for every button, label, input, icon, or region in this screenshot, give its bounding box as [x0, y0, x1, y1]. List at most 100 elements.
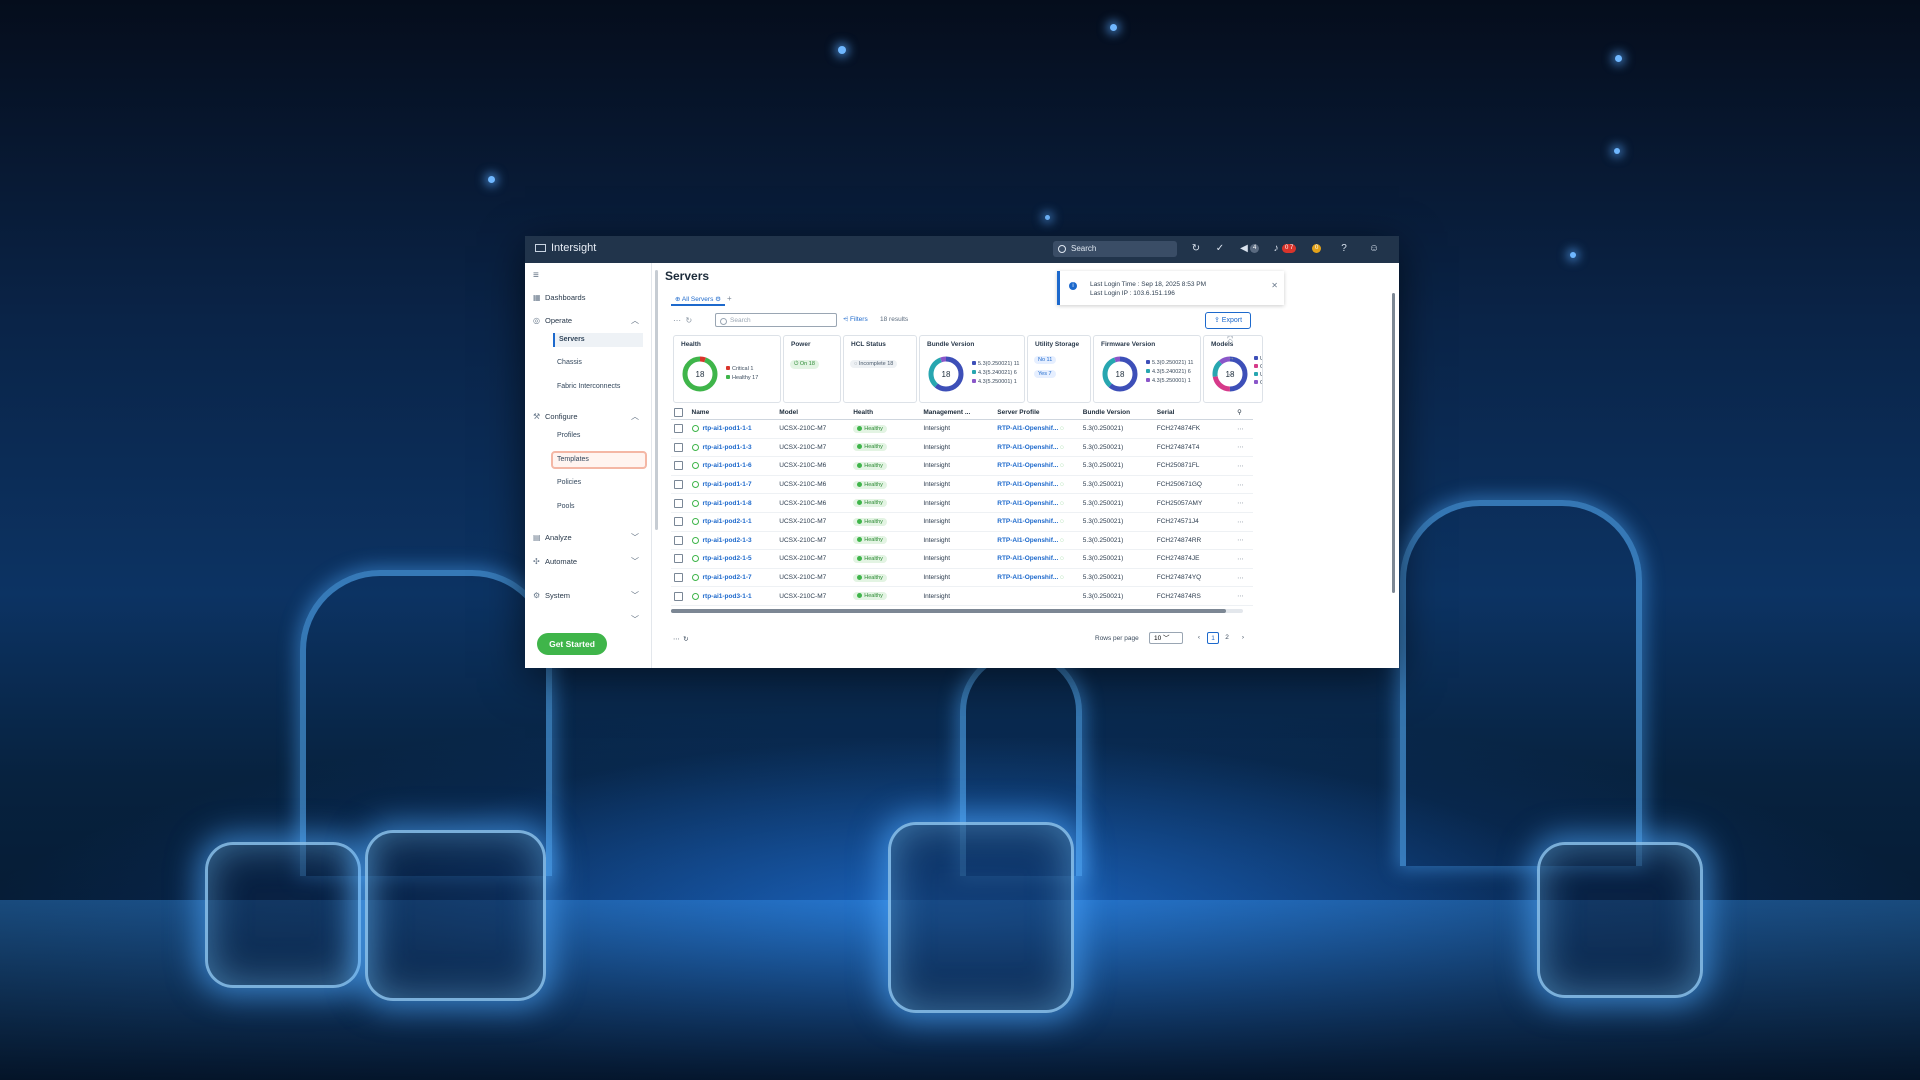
rows-per-page-select[interactable]: 10 ﹀ [1149, 632, 1183, 644]
row-actions-icon[interactable]: ⋯ [1234, 549, 1253, 569]
hamburger-menu-icon[interactable]: ≡ [533, 269, 643, 283]
server-profile-link[interactable]: RTP-AI1-Openshif... ◌ [994, 512, 1080, 532]
export-button[interactable]: ⇪ Export [1205, 312, 1251, 329]
server-profile-link[interactable] [994, 586, 1080, 606]
row-checkbox[interactable] [674, 442, 683, 452]
column-header-bundle-version[interactable]: Bundle Version [1079, 405, 1154, 420]
row-checkbox[interactable] [674, 535, 683, 545]
server-profile-link[interactable]: RTP-AI1-Openshif... ◌ [994, 456, 1080, 476]
server-profile-link[interactable]: RTP-AI1-Openshif... ◌ [994, 549, 1080, 569]
column-header-serial[interactable]: Serial [1153, 405, 1235, 420]
critical-alarm-badge[interactable]: 0 7 [1282, 244, 1297, 253]
row-checkbox[interactable] [674, 498, 683, 508]
table-row[interactable]: rtp-ai1-pod2-1-7 UCSX-210C-M7 Healthy Inter… [671, 568, 1253, 588]
server-name-link[interactable]: rtp-ai1-pod2-1-3 [688, 531, 777, 551]
server-name-link[interactable]: rtp-ai1-pod2-1-1 [688, 512, 777, 532]
close-icon[interactable]: ✕ [1271, 281, 1278, 290]
row-checkbox[interactable] [674, 424, 683, 434]
column-settings-icon[interactable]: ⚲ [1234, 405, 1253, 420]
announcement-icon[interactable]: ◀ [1237, 242, 1251, 256]
next-page-button[interactable]: › [1237, 632, 1249, 644]
select-all-checkbox[interactable] [674, 407, 683, 417]
column-header-model[interactable]: Model [776, 405, 851, 420]
firmware-version-card[interactable]: Firmware Version 18 5.3(0.250021) 11 4.3… [1093, 335, 1201, 403]
row-checkbox[interactable] [674, 554, 683, 564]
page-1-button[interactable]: 1 [1207, 632, 1219, 644]
row-actions-icon[interactable]: ⋯ [1234, 438, 1253, 458]
chevron-up-icon[interactable]: ︿ [631, 410, 639, 424]
sidebar-item-analyze[interactable]: ▤ Analyze ﹀ [533, 531, 643, 545]
row-actions-icon[interactable]: ⋯ [1234, 475, 1253, 495]
utility-storage-card[interactable]: Utility Storage No 11 Yes 7 [1027, 335, 1091, 403]
chevron-up-icon[interactable]: ︿ [631, 314, 639, 328]
help-icon[interactable]: ? [1337, 242, 1351, 256]
user-icon[interactable]: ☺ [1367, 242, 1381, 256]
utility-no-pill[interactable]: No 11 [1034, 356, 1057, 364]
tab-all-servers[interactable]: ⊕ All Servers ⚙ [671, 294, 725, 306]
sidebar-item-configure[interactable]: ⚒ Configure ︿ [533, 410, 643, 424]
sidebar-item-servers[interactable]: Servers [553, 333, 643, 347]
sidebar-item-profiles[interactable]: Profiles [553, 429, 643, 443]
table-row[interactable]: rtp-ai1-pod2-1-1 UCSX-210C-M7 Healthy Inter… [671, 512, 1253, 532]
sidebar-item-fabric-interconnects[interactable]: Fabric Interconnects [553, 380, 643, 394]
row-actions-icon[interactable]: ⋯ [1234, 456, 1253, 476]
server-profile-link[interactable]: RTP-AI1-Openshif... ◌ [994, 493, 1080, 513]
row-checkbox[interactable] [674, 461, 683, 471]
vertical-scrollbar[interactable] [1392, 293, 1395, 593]
row-actions-icon[interactable]: ⋯ [1234, 419, 1253, 439]
row-actions-icon[interactable]: ⋯ [1234, 568, 1253, 588]
sidebar-item-automate[interactable]: ✣ Automate ﹀ [533, 555, 643, 569]
bundle-donut[interactable]: 18 [926, 354, 966, 394]
filters-button[interactable]: ⩤ Filters [843, 316, 868, 324]
server-profile-link[interactable]: RTP-AI1-Openshif... ◌ [994, 475, 1080, 495]
hcl-status-card[interactable]: HCL Status ◌ Incomplete 18 [843, 335, 917, 403]
hcl-incomplete-pill[interactable]: ◌ Incomplete 18 [850, 360, 898, 368]
brand[interactable]: Intersight [535, 242, 596, 254]
server-name-link[interactable]: rtp-ai1-pod1-1-1 [688, 419, 777, 439]
table-row[interactable]: rtp-ai1-pod1-1-3 UCSX-210C-M7 Healthy Inter… [671, 438, 1253, 458]
server-name-link[interactable]: rtp-ai1-pod1-1-6 [688, 456, 777, 476]
add-tab-button[interactable]: + [727, 294, 732, 303]
bell-icon[interactable]: ♪ [1269, 242, 1283, 256]
sidebar-scrollbar[interactable] [655, 270, 658, 530]
table-row[interactable]: rtp-ai1-pod1-1-6 UCSX-210C-M6 Healthy Inter… [671, 456, 1253, 476]
utility-yes-pill[interactable]: Yes 7 [1034, 370, 1056, 378]
row-actions-icon[interactable]: ⋯ [1234, 531, 1253, 551]
table-row[interactable]: rtp-ai1-pod1-1-7 UCSX-210C-M6 Healthy Inter… [671, 475, 1253, 495]
app-grid-icon[interactable] [535, 244, 546, 253]
column-header-name[interactable]: Name [688, 405, 777, 420]
sidebar-item-policies[interactable]: Policies [553, 476, 643, 490]
sidebar-item-templates[interactable]: Templates [551, 451, 647, 469]
table-row[interactable]: rtp-ai1-pod3-1-1 UCSX-210C-M7 Healthy Inter… [671, 586, 1253, 606]
server-profile-link[interactable]: RTP-AI1-Openshif... ◌ [994, 568, 1080, 588]
sidebar-item-operate[interactable]: ◎ Operate ︿ [533, 314, 643, 328]
server-profile-link[interactable]: RTP-AI1-Openshif... ◌ [994, 531, 1080, 551]
power-card[interactable]: Power ⏻ On 18 [783, 335, 841, 403]
scrollbar-thumb[interactable] [671, 609, 1226, 613]
warning-alarm-badge[interactable]: 0 [1312, 244, 1322, 253]
power-on-pill[interactable]: ⏻ On 18 [790, 360, 819, 369]
row-actions-icon[interactable]: ⋯ [1234, 586, 1253, 606]
row-checkbox[interactable] [674, 517, 683, 527]
sidebar-item-dashboards[interactable]: ▦ Dashboards [533, 291, 643, 305]
sidebar-item-system[interactable]: ⚙ System ﹀ [533, 589, 643, 603]
prev-page-button[interactable]: ‹ [1193, 632, 1205, 644]
column-header-server-profile[interactable]: Server Profile [994, 405, 1080, 420]
row-actions-icon[interactable]: ⋯ [1234, 512, 1253, 532]
server-profile-link[interactable]: RTP-AI1-Openshif... ◌ [994, 419, 1080, 439]
server-name-link[interactable]: rtp-ai1-pod2-1-5 [688, 549, 777, 569]
row-checkbox[interactable] [674, 591, 683, 601]
server-name-link[interactable]: rtp-ai1-pod3-1-1 [688, 586, 777, 606]
chevron-down-icon[interactable]: ﹀ [631, 555, 639, 569]
server-name-link[interactable]: rtp-ai1-pod1-1-8 [688, 493, 777, 513]
row-actions-icon[interactable]: ⋯ [1234, 493, 1253, 513]
chevron-down-icon[interactable]: ﹀ [631, 589, 639, 603]
cards-prev-arrow[interactable]: ← [1227, 369, 1235, 378]
horizontal-scrollbar[interactable] [671, 609, 1243, 613]
global-search-input[interactable]: Search [1053, 241, 1177, 257]
collapse-cards-icon[interactable]: ⤧ [1227, 335, 1233, 345]
server-name-link[interactable]: rtp-ai1-pod1-1-7 [688, 475, 777, 495]
health-donut[interactable]: 18 [680, 354, 720, 394]
row-checkbox[interactable] [674, 480, 683, 490]
table-row[interactable]: rtp-ai1-pod2-1-5 UCSX-210C-M7 Healthy Inter… [671, 549, 1253, 569]
